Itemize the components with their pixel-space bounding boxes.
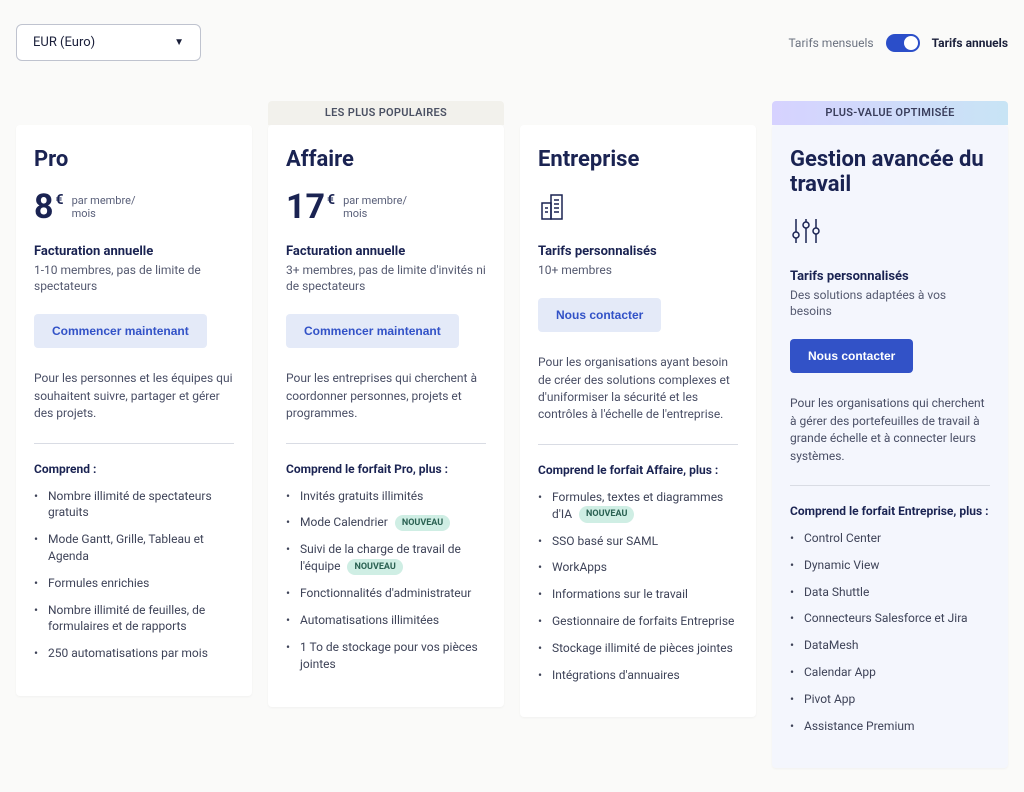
includes-label: Comprend le forfait Affaire, plus : bbox=[538, 463, 738, 477]
plan-tagline: Pour les organisations qui cherchent à g… bbox=[790, 395, 990, 485]
price-unit: par membre/ mois bbox=[72, 194, 152, 220]
billing-label: Tarifs personnalisés bbox=[538, 244, 738, 259]
plan-card-3: PLUS-VALUE OPTIMISÉEGestion avancée du t… bbox=[772, 101, 1008, 768]
plan-price: 17€ bbox=[286, 190, 335, 224]
billing-monthly-label[interactable]: Tarifs mensuels bbox=[788, 36, 873, 50]
feature-item: Calendar App bbox=[790, 664, 990, 681]
plan-tagline: Pour les organisations ayant besoin de c… bbox=[538, 354, 738, 444]
includes-label: Comprend : bbox=[34, 462, 234, 476]
price-row bbox=[790, 215, 990, 255]
plan-name: Affaire bbox=[286, 147, 486, 172]
plan-name: Pro bbox=[34, 147, 234, 172]
plan-badge: PLUS-VALUE OPTIMISÉE bbox=[772, 101, 1008, 125]
billing-annual-label[interactable]: Tarifs annuels bbox=[932, 36, 1008, 50]
plan-tagline: Pour les entreprises qui cherchent à coo… bbox=[286, 370, 486, 442]
building-icon bbox=[538, 190, 570, 222]
feature-item: Dynamic View bbox=[790, 557, 990, 574]
plan-card-body: Pro 8€ par membre/ mois Facturation annuell… bbox=[16, 125, 252, 696]
new-badge: NOUVEAU bbox=[579, 506, 634, 523]
plan-cta-button[interactable]: Commencer maintenant bbox=[286, 314, 459, 348]
feature-item: Formules enrichies bbox=[34, 575, 234, 592]
plan-card-body: Entreprise Tarifs personnalisés 10+ membre… bbox=[520, 125, 756, 717]
feature-list: Invités gratuits illimités Mode Calendrie… bbox=[286, 488, 486, 683]
plan-card-body: Gestion avancée du travail Tarifs personn… bbox=[772, 125, 1008, 768]
includes-label: Comprend le forfait Pro, plus : bbox=[286, 462, 486, 476]
feature-item: Data Shuttle bbox=[790, 584, 990, 601]
plan-badge bbox=[520, 101, 756, 125]
feature-item: Mode Calendrier NOUVEAU bbox=[286, 514, 486, 531]
feature-item: Informations sur le travail bbox=[538, 586, 738, 603]
billing-label: Facturation annuelle bbox=[34, 244, 234, 259]
plan-badge bbox=[16, 101, 252, 125]
plan-card-1: LES PLUS POPULAIRES Affaire 17€ par membre/… bbox=[268, 101, 504, 768]
plan-cta-button[interactable]: Commencer maintenant bbox=[34, 314, 207, 348]
feature-item: Stockage illimité de pièces jointes bbox=[538, 640, 738, 657]
feature-item: Fonctionnalités d'administrateur bbox=[286, 585, 486, 602]
plan-cta-button[interactable]: Nous contacter bbox=[538, 298, 661, 332]
feature-item: Gestionnaire de forfaits Entreprise bbox=[538, 613, 738, 630]
plan-name: Gestion avancée du travail bbox=[790, 147, 990, 197]
includes-label: Comprend le forfait Entreprise, plus : bbox=[790, 504, 990, 518]
feature-item: 1 To de stockage pour vos pièces jointes bbox=[286, 639, 486, 673]
plan-price: 8€ bbox=[34, 190, 64, 224]
plan-card-0: Pro 8€ par membre/ mois Facturation annuell… bbox=[16, 101, 252, 768]
feature-list: Nombre illimité de spectateurs gratuits M… bbox=[34, 488, 234, 672]
billing-desc: Des solutions adaptées à vos besoins bbox=[790, 287, 990, 319]
feature-item: WorkApps bbox=[538, 559, 738, 576]
feature-item: Pivot App bbox=[790, 691, 990, 708]
chevron-down-icon: ▼ bbox=[174, 37, 184, 48]
billing-desc: 1-10 membres, pas de limite de spectateu… bbox=[34, 262, 234, 294]
feature-item: Assistance Premium bbox=[790, 718, 990, 735]
plan-cta-button[interactable]: Nous contacter bbox=[790, 339, 913, 373]
feature-item: Mode Gantt, Grille, Tableau et Agenda bbox=[34, 531, 234, 565]
billing-label: Facturation annuelle bbox=[286, 244, 486, 259]
feature-item: Suivi de la charge de travail de l'équip… bbox=[286, 541, 486, 575]
price-row: 17€ par membre/ mois bbox=[286, 190, 486, 230]
billing-label: Tarifs personnalisés bbox=[790, 269, 990, 284]
sliders-icon bbox=[790, 215, 822, 247]
feature-list: Formules, textes et diagrammes d'IA NOUV… bbox=[538, 489, 738, 694]
plan-name: Entreprise bbox=[538, 147, 738, 172]
currency-select[interactable]: EUR (Euro) ▼ bbox=[16, 24, 201, 61]
plan-badge: LES PLUS POPULAIRES bbox=[268, 101, 504, 125]
new-badge: NOUVEAU bbox=[347, 559, 402, 576]
currency-label: EUR (Euro) bbox=[33, 35, 95, 50]
feature-item: SSO basé sur SAML bbox=[538, 533, 738, 550]
feature-item: Nombre illimité de spectateurs gratuits bbox=[34, 488, 234, 522]
feature-item: Connecteurs Salesforce et Jira bbox=[790, 610, 990, 627]
feature-item: Automatisations illimitées bbox=[286, 612, 486, 629]
billing-toggle-switch[interactable] bbox=[886, 34, 920, 52]
plan-tagline: Pour les personnes et les équipes qui so… bbox=[34, 370, 234, 442]
plan-card-2: Entreprise Tarifs personnalisés 10+ membre… bbox=[520, 101, 756, 768]
price-row: 8€ par membre/ mois bbox=[34, 190, 234, 230]
plan-card-body: Affaire 17€ par membre/ mois Facturation an… bbox=[268, 125, 504, 707]
new-badge: NOUVEAU bbox=[395, 515, 450, 532]
feature-item: Control Center bbox=[790, 530, 990, 547]
feature-item: Intégrations d'annuaires bbox=[538, 667, 738, 684]
feature-item: Invités gratuits illimités bbox=[286, 488, 486, 505]
feature-list: Control Center Dynamic View Data Shuttle Co… bbox=[790, 530, 990, 744]
feature-item: Nombre illimité de feuilles, de formulai… bbox=[34, 602, 234, 636]
feature-item: 250 automatisations par mois bbox=[34, 645, 234, 662]
billing-toggle-group: Tarifs mensuels Tarifs annuels bbox=[788, 34, 1008, 52]
billing-desc: 3+ membres, pas de limite d'invités ni d… bbox=[286, 262, 486, 294]
price-row bbox=[538, 190, 738, 230]
price-unit: par membre/ mois bbox=[343, 194, 423, 220]
feature-item: Formules, textes et diagrammes d'IA NOUV… bbox=[538, 489, 738, 523]
feature-item: DataMesh bbox=[790, 637, 990, 654]
billing-desc: 10+ membres bbox=[538, 262, 738, 278]
